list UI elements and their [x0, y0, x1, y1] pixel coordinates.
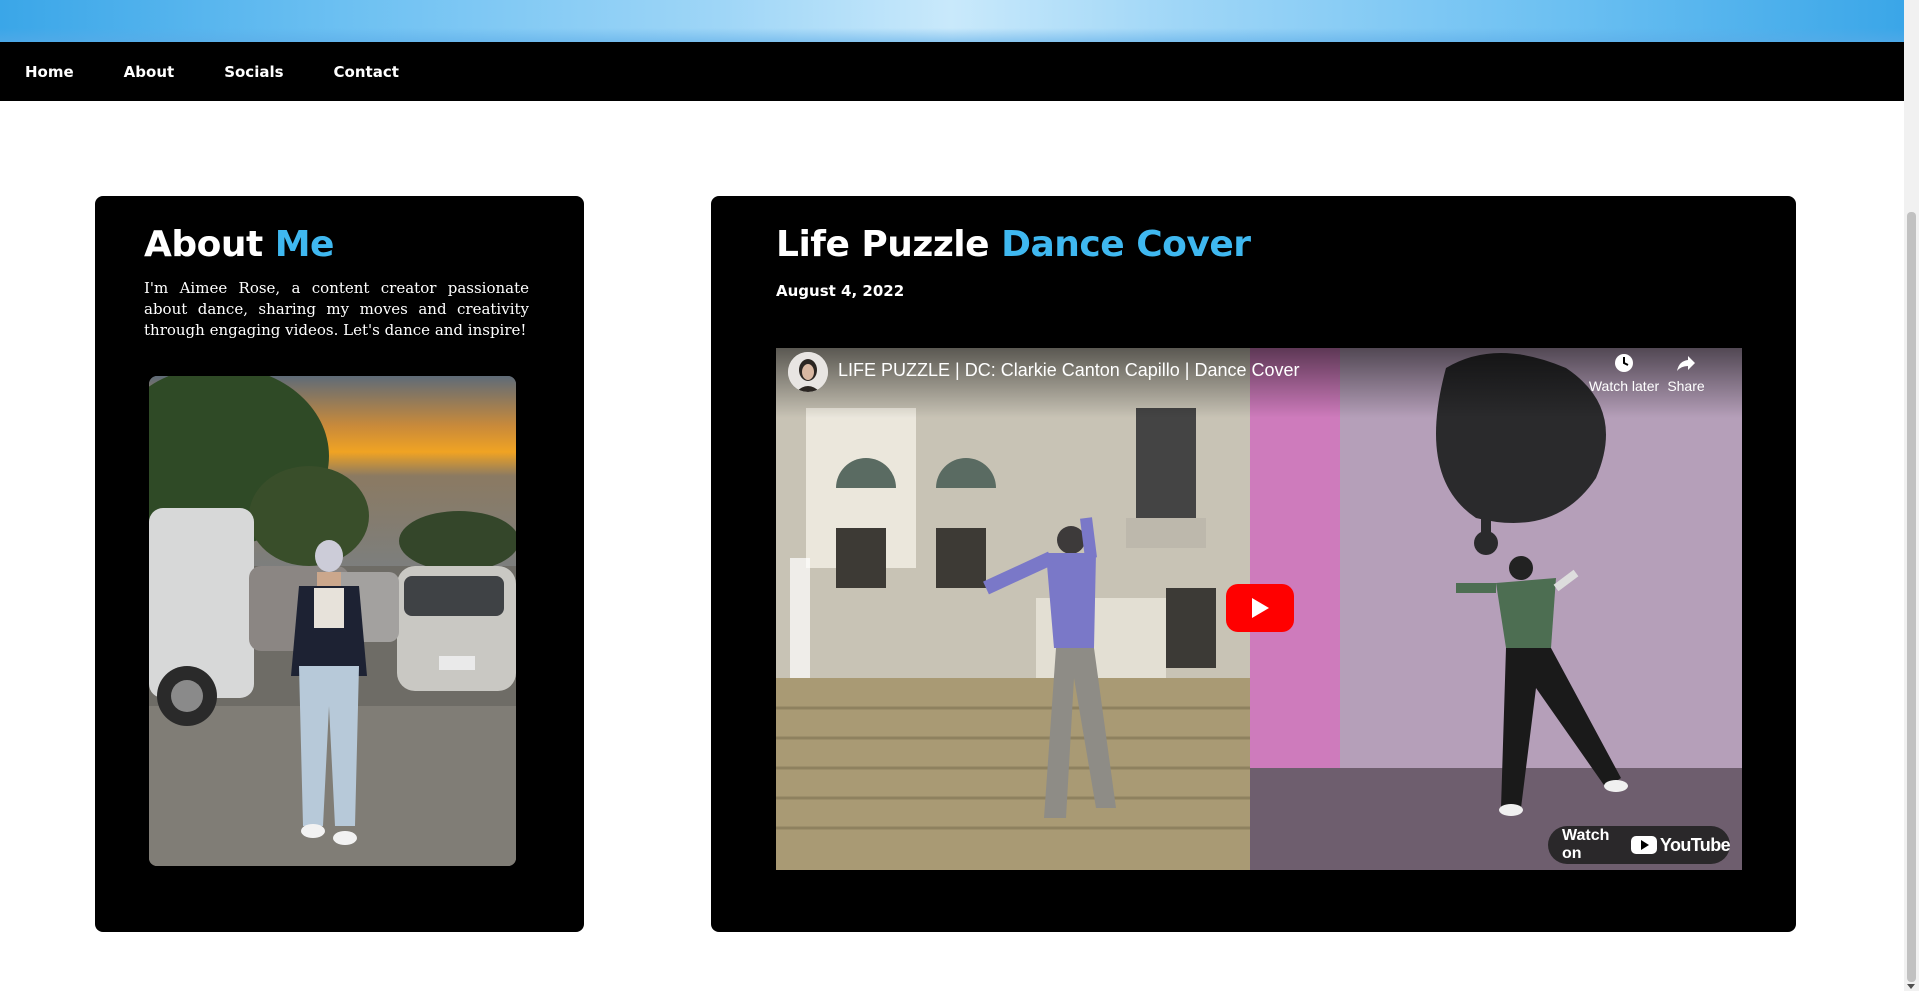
about-description: I'm Aimee Rose, a content creator passio… [144, 279, 529, 339]
main-nav: Home About Socials Contact [0, 42, 1904, 101]
share-icon [1656, 352, 1716, 378]
about-title-accent: Me [274, 224, 335, 265]
youtube-player[interactable]: LIFE PUZZLE | DC: Clarkie Canton Capillo… [776, 348, 1742, 870]
scroll-down-icon[interactable] [1907, 984, 1915, 989]
nav-about[interactable]: About [124, 63, 175, 81]
about-title: About Me [144, 224, 334, 265]
profile-photo [149, 376, 516, 866]
watch-later-label: Watch later [1588, 378, 1660, 394]
embedded-video-title[interactable]: LIFE PUZZLE | DC: Clarkie Canton Capillo… [838, 360, 1300, 381]
share-button[interactable]: Share [1656, 352, 1716, 394]
header-banner [0, 0, 1904, 42]
video-date: August 4, 2022 [776, 282, 905, 300]
scrollbar-thumb[interactable] [1907, 212, 1916, 982]
youtube-logo-icon: YouTube [1630, 834, 1731, 856]
about-title-main: About [144, 224, 275, 265]
video-card: Life Puzzle Dance Cover August 4, 2022 L… [711, 196, 1796, 932]
play-button[interactable] [1226, 584, 1294, 632]
channel-avatar[interactable] [788, 352, 828, 392]
youtube-wordmark: YouTube [1659, 834, 1731, 855]
about-card: About Me I'm Aimee Rose, a content creat… [95, 196, 584, 932]
video-section-title: Life Puzzle Dance Cover [776, 224, 1251, 265]
video-title-main: Life Puzzle [776, 224, 1002, 265]
clock-icon [1584, 352, 1664, 378]
share-label: Share [1667, 378, 1705, 394]
nav-home[interactable]: Home [25, 63, 74, 81]
watch-on-label: Watch on [1562, 827, 1610, 862]
nav-socials[interactable]: Socials [224, 63, 283, 81]
nav-contact[interactable]: Contact [334, 63, 399, 81]
watch-on-youtube-button[interactable]: Watch on YouTube [1548, 826, 1731, 864]
page-scrollbar[interactable] [1904, 0, 1919, 991]
video-title-accent: Dance Cover [1001, 224, 1251, 265]
watch-later-button[interactable]: Watch later [1584, 352, 1664, 394]
